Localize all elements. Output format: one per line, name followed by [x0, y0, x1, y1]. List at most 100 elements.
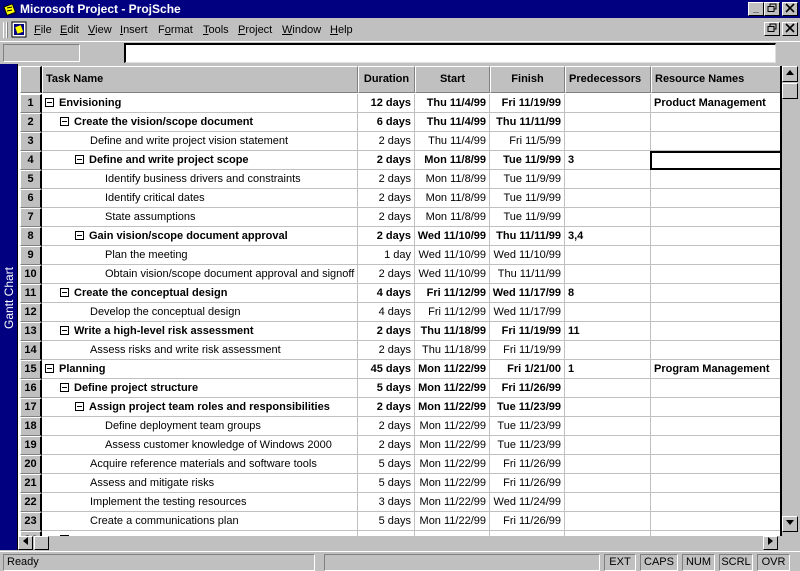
cell-finish[interactable]: Thu 11/11/99 — [490, 227, 565, 246]
cell-predecessors[interactable] — [565, 398, 651, 417]
column-header-resource-names[interactable]: Resource Names — [651, 66, 780, 93]
cell-predecessors[interactable] — [565, 208, 651, 227]
cell-duration[interactable]: 3 days — [358, 493, 415, 512]
cell-task-name[interactable]: Acquire reference materials and software… — [42, 455, 358, 474]
row-id-cell[interactable]: 20 — [20, 455, 42, 474]
cell-predecessors[interactable] — [565, 132, 651, 151]
cell-task-name[interactable]: Create a communications plan — [42, 512, 358, 531]
menu-tools[interactable]: Tools — [203, 23, 229, 37]
row-id-cell[interactable]: 13 — [20, 322, 42, 341]
task-row[interactable]: 18 Define deployment team groups 2 days Mon… — [18, 417, 780, 436]
horizontal-scroll-thumb[interactable] — [34, 536, 49, 550]
task-row[interactable]: 13 Write a high-level risk assessment 2 da… — [18, 322, 780, 341]
cell-task-name[interactable]: Define and write project vision statemen… — [42, 132, 358, 151]
row-id-cell[interactable]: 19 — [20, 436, 42, 455]
cell-duration[interactable]: 2 days — [358, 322, 415, 341]
cell-finish[interactable]: Thu 11/11/99 — [490, 113, 565, 132]
cell-task-name[interactable]: Implement the testing resources — [42, 493, 358, 512]
cell-start[interactable]: Thu 11/18/99 — [415, 322, 490, 341]
cell-start[interactable]: Mon 11/22/99 — [415, 474, 490, 493]
vertical-scrollbar[interactable] — [780, 66, 800, 536]
cell-duration[interactable]: 5 days — [358, 455, 415, 474]
task-row[interactable]: 4 Define and write project scope 2 days Mon… — [18, 151, 780, 170]
cell-task-name[interactable]: Identify critical dates — [42, 189, 358, 208]
cell-task-name[interactable]: Identify business drivers and constraint… — [42, 170, 358, 189]
cell-resource-names[interactable] — [651, 132, 780, 151]
cell-duration[interactable]: 45 days — [358, 360, 415, 379]
cell-duration[interactable]: 6 days — [358, 113, 415, 132]
cell-finish[interactable]: Wed 11/24/99 — [490, 493, 565, 512]
cell-start[interactable]: Mon 11/8/99 — [415, 208, 490, 227]
cell-finish[interactable]: Wed 11/10/99 — [490, 246, 565, 265]
cell-duration[interactable]: 2 days — [358, 189, 415, 208]
project-app-icon[interactable] — [3, 2, 17, 16]
row-id-cell[interactable]: 4 — [20, 151, 42, 170]
view-bar[interactable]: Gantt Chart — [0, 64, 18, 550]
cell-start[interactable]: Mon 11/22/99 — [415, 436, 490, 455]
cell-predecessors[interactable]: 3,4 — [565, 227, 651, 246]
cell-duration[interactable]: 2 days — [358, 417, 415, 436]
cell-resource-names[interactable] — [651, 474, 780, 493]
cell-predecessors[interactable] — [565, 246, 651, 265]
cell-predecessors[interactable] — [565, 512, 651, 531]
minimize-button[interactable]: _ — [748, 2, 764, 16]
cell-resource-names[interactable] — [651, 227, 780, 246]
scroll-left-button[interactable] — [18, 536, 33, 550]
task-row[interactable]: 7 State assumptions 2 days Mon 11/8/99 Tue 1… — [18, 208, 780, 227]
cell-duration[interactable]: 1 day — [358, 246, 415, 265]
cell-task-name[interactable]: State assumptions — [42, 208, 358, 227]
cell-finish[interactable]: Fri 1/21/00 — [490, 360, 565, 379]
cell-predecessors[interactable] — [565, 436, 651, 455]
collapse-icon[interactable] — [75, 402, 84, 411]
cell-start[interactable]: Mon 11/8/99 — [415, 151, 490, 170]
cell-resource-names[interactable] — [651, 170, 780, 189]
row-id-cell[interactable]: 6 — [20, 189, 42, 208]
row-id-cell[interactable]: 2 — [20, 113, 42, 132]
collapse-icon[interactable] — [60, 288, 69, 297]
cell-predecessors[interactable]: 1 — [565, 360, 651, 379]
menu-help[interactable]: Help — [330, 23, 353, 37]
row-id-cell[interactable]: 3 — [20, 132, 42, 151]
cell-duration[interactable]: 2 days — [358, 151, 415, 170]
collapse-icon[interactable] — [60, 326, 69, 335]
cell-finish[interactable]: Tue 11/23/99 — [490, 436, 565, 455]
row-id-cell[interactable]: 17 — [20, 398, 42, 417]
row-id-cell[interactable]: 1 — [20, 94, 42, 113]
cell-start[interactable]: Mon 11/22/99 — [415, 398, 490, 417]
cell-finish[interactable]: Tue 11/23/99 — [490, 398, 565, 417]
cell-predecessors[interactable] — [565, 265, 651, 284]
cell-resource-names[interactable] — [651, 322, 780, 341]
cell-task-name[interactable]: Assess risks and write risk assessment — [42, 341, 358, 360]
cell-duration[interactable]: 2 days — [358, 132, 415, 151]
cell-task-name[interactable]: Envisioning — [42, 94, 358, 113]
cell-start[interactable]: Fri 11/12/99 — [415, 284, 490, 303]
cell-start[interactable]: Wed 11/10/99 — [415, 246, 490, 265]
cell-task-name[interactable]: Obtain vision/scope document approval an… — [42, 265, 358, 284]
cell-duration[interactable]: 4 days — [358, 284, 415, 303]
cell-task-name[interactable]: Create the conceptual design — [42, 284, 358, 303]
cell-resource-names[interactable]: Product Management — [651, 94, 780, 113]
entry-input[interactable] — [124, 43, 776, 63]
cell-start[interactable]: Mon 11/22/99 — [415, 455, 490, 474]
column-header-predecessors[interactable]: Predecessors — [565, 66, 651, 93]
cell-predecessors[interactable]: 3 — [565, 151, 651, 170]
collapse-icon[interactable] — [75, 231, 84, 240]
row-id-cell[interactable]: 12 — [20, 303, 42, 322]
cell-task-name[interactable]: Gain vision/scope document approval — [42, 227, 358, 246]
task-row[interactable]: 15 Planning 45 days Mon 11/22/99 Fri 1/21/00… — [18, 360, 780, 379]
maximize-restore-button[interactable] — [764, 2, 780, 16]
cell-finish[interactable]: Tue 11/9/99 — [490, 151, 565, 170]
cell-predecessors[interactable]: 8 — [565, 284, 651, 303]
cell-duration[interactable]: 12 days — [358, 94, 415, 113]
row-id-cell[interactable]: 21 — [20, 474, 42, 493]
cell-predecessors[interactable] — [565, 303, 651, 322]
cell-task-name[interactable]: Assign project team roles and responsibi… — [42, 398, 358, 417]
row-id-cell[interactable]: 5 — [20, 170, 42, 189]
menu-insert[interactable]: Insert — [120, 23, 148, 37]
cell-start[interactable]: Mon 11/8/99 — [415, 170, 490, 189]
cell-duration[interactable]: 2 days — [358, 398, 415, 417]
cell-start[interactable]: Wed 11/10/99 — [415, 227, 490, 246]
cell-start[interactable]: Mon 11/22/99 — [415, 360, 490, 379]
task-row[interactable]: 6 Identify critical dates 2 days Mon 11/8/9… — [18, 189, 780, 208]
cell-task-name[interactable]: Assess customer knowledge of Windows 200… — [42, 436, 358, 455]
